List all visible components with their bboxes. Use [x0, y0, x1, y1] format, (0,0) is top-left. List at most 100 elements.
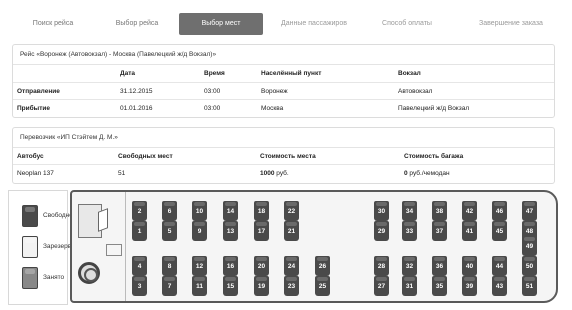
- seat-30[interactable]: 30: [374, 201, 389, 221]
- seat-32[interactable]: 32: [402, 256, 417, 276]
- trip-panel: Рейс «Воронеж (Автовокзал) - Москва (Пав…: [12, 44, 555, 118]
- seat-6[interactable]: 6: [162, 201, 177, 221]
- seat-number: 45: [495, 228, 504, 235]
- seat-21[interactable]: 21: [284, 221, 299, 241]
- seat-12[interactable]: 12: [192, 256, 207, 276]
- seat-33[interactable]: 33: [402, 221, 417, 241]
- seat-25[interactable]: 25: [315, 276, 330, 296]
- col-baggage-price: Стоимость багажа: [404, 153, 464, 160]
- seat-16[interactable]: 16: [223, 256, 238, 276]
- seat-17[interactable]: 17: [254, 221, 269, 241]
- seat-47[interactable]: 47: [522, 201, 537, 221]
- seat-49[interactable]: 49: [522, 236, 537, 256]
- seat-number: 10: [195, 208, 204, 215]
- bus-layout: 2 6 10 14 18 22 30 34 38 42 46 47 1 5 9 13 17 21 29 33 37 41 4…: [70, 190, 558, 303]
- step-flight-search[interactable]: Поиск рейса: [8, 13, 98, 35]
- seat-22[interactable]: 22: [284, 201, 299, 221]
- step-seat-choice[interactable]: Выбор мест: [179, 13, 263, 35]
- seat-43[interactable]: 43: [492, 276, 507, 296]
- seat-number: 22: [287, 208, 296, 215]
- seat-3[interactable]: 3: [132, 276, 147, 296]
- seat-15[interactable]: 15: [223, 276, 238, 296]
- seat-42[interactable]: 42: [462, 201, 477, 221]
- seat-7[interactable]: 7: [162, 276, 177, 296]
- seat-number: 44: [495, 263, 504, 270]
- legend-occupied: Занято: [22, 267, 72, 289]
- seat-number: 41: [465, 228, 474, 235]
- step-order-completion: Завершение заказа: [479, 20, 543, 27]
- seat-23[interactable]: 23: [284, 276, 299, 296]
- seat-27[interactable]: 27: [374, 276, 389, 296]
- departure-locality: Воронеж: [261, 88, 288, 95]
- seat-50[interactable]: 50: [522, 256, 537, 276]
- seat-number: 29: [377, 228, 386, 235]
- seat-number: 2: [137, 208, 142, 215]
- seat-number: 43: [495, 283, 504, 290]
- seat-1[interactable]: 1: [132, 221, 147, 241]
- legend-reserved-icon: [22, 236, 38, 258]
- seat-46[interactable]: 46: [492, 201, 507, 221]
- bus-model: Neoplan 137: [17, 170, 54, 177]
- seat-18[interactable]: 18: [254, 201, 269, 221]
- booking-steps: Поиск рейса Выбор рейса Выбор мест Данны…: [0, 13, 572, 35]
- steering-wheel-icon: [78, 262, 100, 284]
- seat-37[interactable]: 37: [432, 221, 447, 241]
- seat-36[interactable]: 36: [432, 256, 447, 276]
- seat-41[interactable]: 41: [462, 221, 477, 241]
- seat-51[interactable]: 51: [522, 276, 537, 296]
- seat-5[interactable]: 5: [162, 221, 177, 241]
- legend-reserved: Зарезервировано: [22, 236, 73, 258]
- seat-map: Свободно Зарезервировано Занято 26101418…: [8, 190, 565, 305]
- seat-38[interactable]: 38: [432, 201, 447, 221]
- seat-number: 48: [525, 228, 534, 235]
- seat-45[interactable]: 45: [492, 221, 507, 241]
- seat-8[interactable]: 8: [162, 256, 177, 276]
- carrier-title: Перевозчик «ИП Стэйтем Д. М.»: [13, 128, 554, 148]
- seat-34[interactable]: 34: [402, 201, 417, 221]
- step-flight-choice[interactable]: Выбор рейса: [92, 13, 182, 35]
- seat-number: 9: [197, 228, 202, 235]
- seat-2[interactable]: 2: [132, 201, 147, 221]
- seat-26[interactable]: 26: [315, 256, 330, 276]
- seat-11[interactable]: 11: [192, 276, 207, 296]
- baggage-price-unit: руб./чемодан: [407, 170, 450, 177]
- arrival-time: 03:00: [204, 105, 221, 112]
- seat-9[interactable]: 9: [192, 221, 207, 241]
- seat-35[interactable]: 35: [432, 276, 447, 296]
- seat-10[interactable]: 10: [192, 201, 207, 221]
- carrier-row: Neoplan 137 51 1000 руб. 0 руб./чемодан: [13, 165, 554, 183]
- trip-header-row: Дата Время Населённый пункт Вокзал: [13, 65, 554, 83]
- seat-24[interactable]: 24: [284, 256, 299, 276]
- carrier-header-row: Автобус Свободных мест Стоимость места С…: [13, 148, 554, 165]
- seat-number: 31: [405, 283, 414, 290]
- arrival-date: 01.01.2016: [120, 105, 153, 112]
- seat-20[interactable]: 20: [254, 256, 269, 276]
- seat-19[interactable]: 19: [254, 276, 269, 296]
- seat-31[interactable]: 31: [402, 276, 417, 296]
- seat-number: 49: [525, 243, 534, 250]
- col-bus: Автобус: [17, 153, 44, 160]
- seat-40[interactable]: 40: [462, 256, 477, 276]
- seat-39[interactable]: 39: [462, 276, 477, 296]
- seat-number: 26: [318, 263, 327, 270]
- step-passenger-data: Данные пассажиров: [281, 20, 347, 27]
- col-free-seats: Свободных мест: [118, 153, 173, 160]
- arrival-locality: Москва: [261, 105, 284, 112]
- arrival-label: Прибытие: [17, 105, 50, 112]
- seat-price-unit: руб.: [274, 170, 289, 177]
- seat-13[interactable]: 13: [223, 221, 238, 241]
- seat-28[interactable]: 28: [374, 256, 389, 276]
- seat-number: 11: [196, 283, 203, 290]
- seat-number: 12: [195, 263, 204, 270]
- seat-29[interactable]: 29: [374, 221, 389, 241]
- seat-number: 51: [525, 283, 534, 290]
- seat-number: 15: [226, 283, 235, 290]
- legend-free-label: Свободно: [43, 212, 73, 219]
- seat-number: 30: [377, 208, 386, 215]
- seat-44[interactable]: 44: [492, 256, 507, 276]
- seat-number: 5: [167, 228, 172, 235]
- seat-number: 28: [377, 263, 386, 270]
- seat-number: 36: [435, 263, 444, 270]
- seat-4[interactable]: 4: [132, 256, 147, 276]
- seat-14[interactable]: 14: [223, 201, 238, 221]
